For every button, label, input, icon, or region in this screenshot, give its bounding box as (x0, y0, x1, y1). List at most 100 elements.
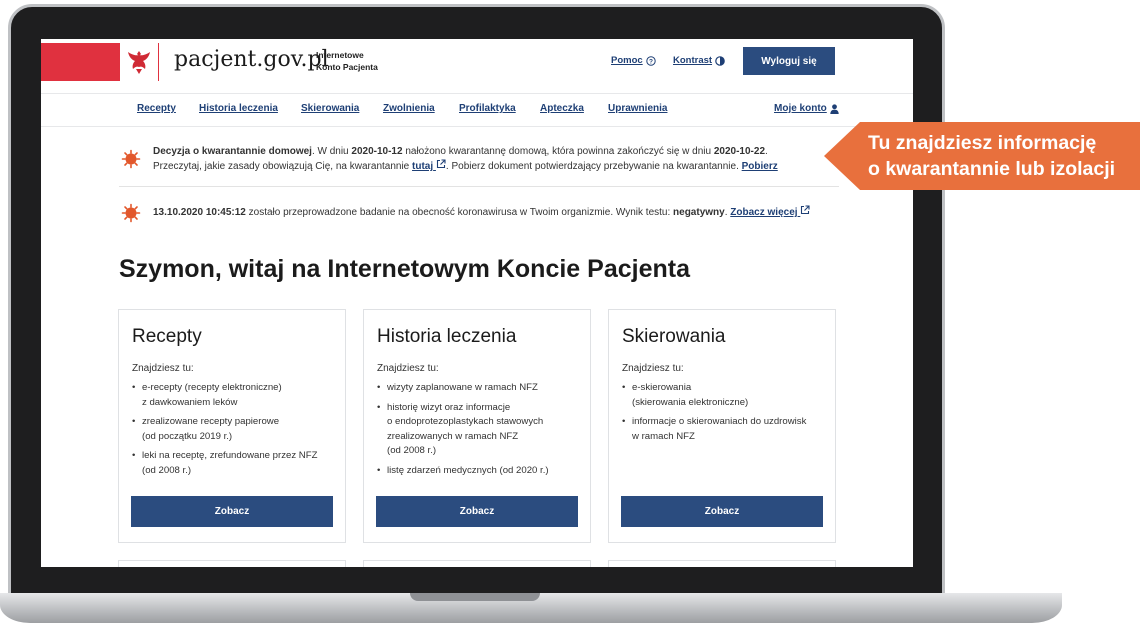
see-more-label: Zobacz więcej (730, 207, 798, 218)
rules-here-link[interactable]: tutaj (412, 159, 446, 172)
card-recepty: Recepty Znajdziesz tu: e-recepty (recept… (118, 309, 346, 543)
callout-line2: o kwarantannie lub izolacji (868, 158, 1116, 180)
list-item: wizyty zaplanowane w ramach NFZ (377, 381, 582, 396)
card-historia-leczenia: Historia leczenia Znajdziesz tu: wizyty … (363, 309, 591, 543)
nav-item-profilaktyka[interactable]: Profilaktyka (459, 103, 516, 114)
see-historia-button[interactable]: Zobacz (376, 496, 578, 527)
list-item-line: zrealizowane recepty papierowe (142, 416, 280, 427)
site-subtitle: Internetowe Konto Pacjenta (316, 49, 378, 73)
card-list: e-recepty (recepty elektroniczne) z dawko… (132, 381, 337, 483)
external-link-icon (801, 205, 810, 215)
quarantine-title: Decyzja o kwarantannie domowej (153, 146, 312, 157)
subtitle-line1: Internetowe (316, 50, 364, 60)
browser-screen: pacjent.gov.pl Internetowe Konto Pacjent… (41, 39, 913, 567)
contrast-label: Kontrast (673, 55, 713, 66)
virus-icon (121, 149, 141, 169)
list-item-line: (od 2008 r.) (387, 445, 437, 456)
see-skierowania-button[interactable]: Zobacz (621, 496, 823, 527)
list-item-line: (skierowania elektroniczne) (632, 396, 749, 408)
quarantine-text1: . W dniu (311, 146, 352, 157)
list-item: leki na receptę, zrefundowane przez NFZ (… (132, 449, 337, 478)
list-item-line: wizyty zaplanowane w ramach NFZ (387, 382, 538, 393)
contrast-link[interactable]: Kontrast (673, 55, 725, 66)
nav-item-historia-leczenia[interactable]: Historia leczenia (199, 103, 278, 114)
quarantine-text3: . (765, 146, 768, 157)
list-item-line: e-recepty (recepty elektroniczne) (142, 382, 282, 393)
site-logo-text[interactable]: pacjent.gov.pl (174, 47, 329, 72)
list-item: informacje o skierowaniach do uzdrowisk w… (622, 415, 827, 444)
list-item-line: w ramach NFZ (632, 430, 695, 442)
list-item: e-recepty (recepty elektroniczne) z dawko… (132, 381, 337, 410)
subtitle-line2: Konto Pacjenta (316, 62, 378, 72)
nav-item-zwolnienia[interactable]: Zwolnienia (383, 103, 435, 114)
list-item-line: listę zdarzeń medycznych (od 2020 r.) (387, 464, 549, 476)
site-header: pacjent.gov.pl Internetowe Konto Pacjent… (41, 39, 913, 93)
list-item-line: leki na receptę, zrefundowane przez NFZ (142, 450, 318, 461)
quarantine-end-date: 2020-10-22 (713, 146, 766, 157)
quarantine-notice: Decyzja o kwarantannie domowej. W dniu 2… (153, 144, 873, 174)
quarantine-download-text: . Pobierz dokument potwierdzający przeby… (445, 161, 742, 172)
card-title: Skierowania (622, 326, 726, 347)
quarantine-line2: Przeczytaj, jakie zasady obowiązują Cię,… (153, 159, 873, 174)
help-link[interactable]: Pomoc ? (611, 55, 656, 66)
see-recepty-button[interactable]: Zobacz (131, 496, 333, 527)
card-intro: Znajdziesz tu: (132, 363, 194, 374)
card-list: wizyty zaplanowane w ramach NFZ historię… (377, 381, 582, 483)
list-item: e-skierowania (skierowania elektroniczne) (622, 381, 827, 410)
card-partial (608, 560, 836, 567)
quarantine-line1: Decyzja o kwarantannie domowej. W dniu 2… (153, 144, 873, 159)
card-list: e-skierowania (skierowania elektroniczne)… (622, 381, 827, 449)
rules-here-label: tutaj (412, 161, 434, 172)
laptop-notch (410, 593, 540, 601)
card-title: Recepty (132, 326, 202, 347)
list-item: historię wizyt oraz informacje o endoprot… (377, 401, 582, 459)
svg-text:?: ? (649, 58, 653, 65)
help-icon: ? (645, 55, 656, 66)
eagle-emblem-icon (120, 43, 158, 81)
card-skierowania: Skierowania Znajdziesz tu: e-skierowania… (608, 309, 836, 543)
list-item-line: e-skierowania (632, 382, 692, 393)
card-intro: Znajdziesz tu: (622, 363, 684, 374)
list-item-line: z dawkowaniem leków (142, 396, 238, 408)
nav-item-skierowania[interactable]: Skierowania (301, 103, 359, 114)
welcome-heading: Szymon, witaj na Internetowym Koncie Pac… (119, 255, 690, 283)
download-link[interactable]: Pobierz (742, 161, 778, 172)
nav-item-apteczka[interactable]: Apteczka (540, 103, 584, 114)
contrast-icon (715, 55, 725, 66)
main-nav: Recepty Historia leczenia Skierowania Zw… (41, 93, 913, 127)
callout-line1: Tu znajdziesz informację (868, 132, 1097, 154)
test-result-notice: 13.10.2020 10:45:12 zostało przeprowadzo… (153, 205, 873, 220)
quarantine-callout: Tu znajdziesz informację o kwarantannie … (824, 122, 1140, 190)
test-result: negatywny (673, 207, 725, 218)
virus-icon (121, 203, 141, 223)
nav-item-uprawnienia[interactable]: Uprawnienia (608, 103, 667, 114)
quarantine-start-date: 2020-10-12 (351, 146, 403, 157)
list-item-line: zrealizowanych w ramach NFZ (387, 430, 519, 442)
list-item-line: o endoprotezoplastykach stawowych (387, 416, 544, 427)
list-item-line: historię wizyt oraz informacje (387, 401, 511, 413)
list-item: zrealizowane recepty papierowe (od począt… (132, 415, 337, 444)
external-link-icon (436, 159, 446, 169)
card-partial (363, 560, 591, 567)
account-label: Moje konto (774, 103, 827, 114)
card-title: Historia leczenia (377, 326, 517, 347)
list-item: listę zdarzeń medycznych (od 2020 r.) (377, 464, 582, 479)
notice-divider (119, 186, 839, 187)
account-menu[interactable]: Moje konto (774, 103, 839, 114)
nav-item-recepty[interactable]: Recepty (137, 103, 176, 114)
quarantine-rules-text: Przeczytaj, jakie zasady obowiązują Cię,… (153, 161, 413, 172)
see-more-link[interactable]: Zobacz więcej (730, 205, 810, 218)
help-label: Pomoc (611, 55, 643, 66)
test-datetime: 13.10.2020 10:45:12 (153, 207, 246, 218)
logout-button[interactable]: Wyloguj się (743, 47, 835, 75)
user-icon (830, 103, 839, 114)
card-partial (118, 560, 346, 567)
quarantine-text2: nałożono kwarantannę domową, która powin… (402, 146, 714, 157)
stage: pacjent.gov.pl Internetowe Konto Pacjent… (0, 0, 1140, 635)
list-item-line: (od 2008 r.) (142, 464, 192, 476)
list-item-line: informacje o skierowaniach do uzdrowisk (632, 416, 807, 427)
callout-text: Tu znajdziesz informację o kwarantannie … (868, 130, 1115, 182)
test-text: zostało przeprowadzone badanie na obecno… (245, 207, 674, 218)
list-item-line: (od początku 2019 r.) (142, 430, 233, 442)
card-intro: Znajdziesz tu: (377, 363, 439, 374)
